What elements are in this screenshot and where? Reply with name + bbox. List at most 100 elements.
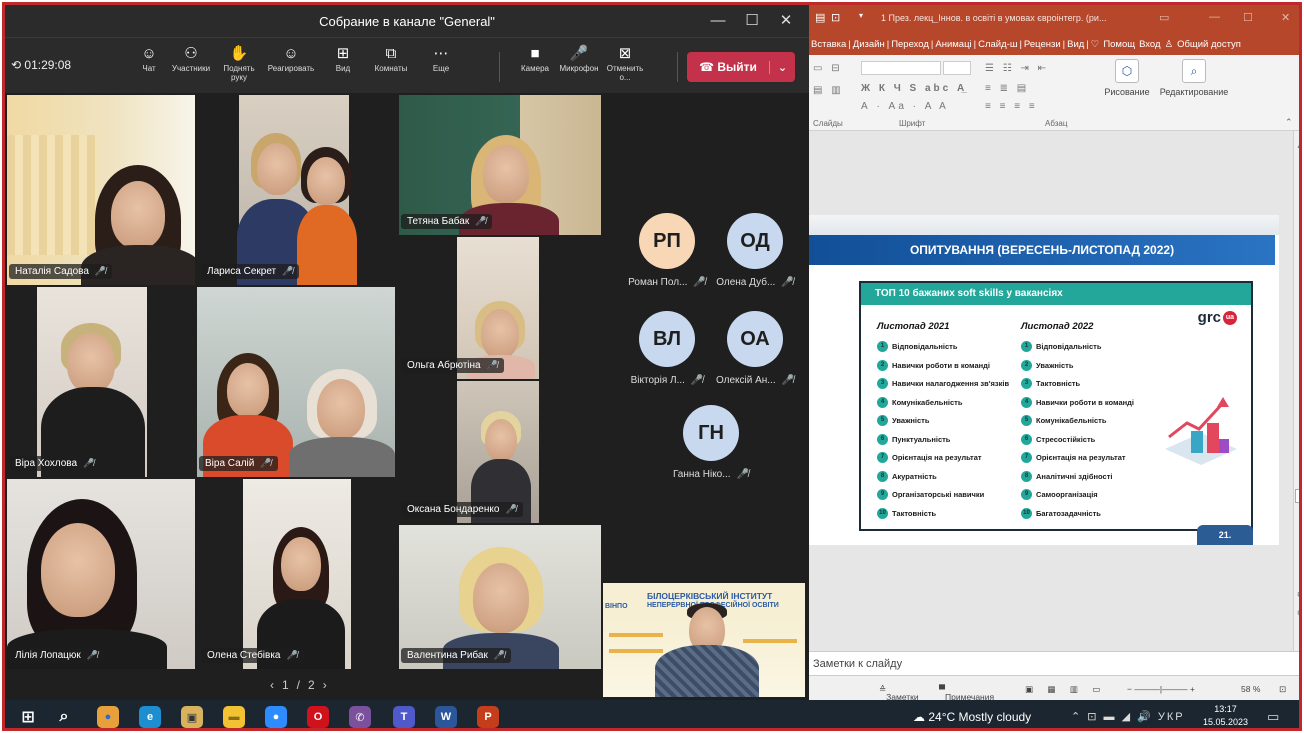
toolbar-view-button[interactable]: ⊞ Вид [319,44,367,73]
toolbar-raise-hand-button[interactable]: ✋ Поднять руку [215,44,263,82]
editing-button[interactable]: ⌕ Редактирование [1157,59,1231,97]
paragraph-buttons[interactable]: ≡ ≣ ▤ [985,83,1029,94]
participant-avatar[interactable]: ОА Олексій Ан... 🎤̸ [707,311,803,386]
slide-editor: ОПИТУВАННЯ (ВЕРЕСЕНЬ-ЛИСТОПАД 2022) ТОП … [809,131,1293,651]
toolbar-share-button[interactable]: ⊠ Отменить о... [601,44,649,82]
rank-badge: 2 [1021,359,1032,371]
toolbar-microphone-button[interactable]: 🎤 Микрофон [555,44,603,73]
file-explorer-icon[interactable]: ▬ [223,706,245,728]
weather-widget[interactable]: ☁ 24°C Mostly cloudy [913,710,1031,724]
previous-slide-icon[interactable]: ⇞ [1296,591,1299,599]
tab-view[interactable]: Вид [1065,39,1086,50]
notes-toggle[interactable]: ≙ Заметки [879,684,919,702]
language-indicator[interactable]: УКР [1158,711,1185,723]
slideshow-icon[interactable]: ⊡ [831,11,840,24]
video-tile[interactable]: Тетяна Бабак 🎤̸ [399,95,601,235]
scroll-thumb[interactable] [1295,489,1299,503]
notifications-icon[interactable]: ▭ [1267,709,1279,725]
leave-button[interactable]: ☎ Выйти ⌄ [687,52,795,82]
chrome-icon[interactable]: ● [97,706,119,728]
notes-pane[interactable]: Заметки к слайду [809,651,1299,675]
video-tile[interactable]: Лілія Лопацюк 🎤̸ [7,479,195,669]
video-tile[interactable]: Наталія Садова 🎤̸ [7,95,195,285]
collapse-ribbon-icon[interactable]: ⌃ [1285,117,1293,128]
login-link[interactable]: Вход [1137,39,1163,50]
video-tile[interactable]: Оксана Бондаренко 🎤̸ [399,381,601,523]
tab-animations[interactable]: Анимаці [933,39,973,50]
font-format-buttons[interactable]: Ж К Ч S abc А̲ [861,83,967,94]
toolbar-label: Комнаты [374,64,408,73]
video-tile[interactable]: Валентина Рибак 🎤̸ [399,525,601,669]
tab-transitions[interactable]: Переход [889,39,931,50]
toolbar-participants-button[interactable]: ⚇ Участники [167,44,215,73]
opera-icon[interactable]: O [307,706,329,728]
zoom-slider[interactable]: − ———|——— + [1127,684,1195,694]
maximize-button[interactable]: ☐ [735,5,769,37]
close-icon[interactable]: ✕ [1281,11,1290,24]
edge-icon[interactable]: e [139,706,161,728]
find-icon: ⌕ [1182,59,1206,83]
slides-controls[interactable]: ▭ ⊟ [813,63,843,74]
font-size-buttons[interactable]: А · Аа · A A [861,101,949,112]
ribbon-display-icon[interactable]: ▭ [1159,11,1169,24]
video-tile[interactable]: Олена Стебівка 🎤̸ [199,479,395,669]
restore-icon[interactable]: ☐ [1243,11,1253,24]
video-tile[interactable]: Ольга Абрютіна 🎤̸ [399,237,601,379]
video-tile[interactable]: Віра Салій 🎤̸ [197,287,395,477]
minimize-icon[interactable]: — [1209,11,1220,23]
teams-icon[interactable]: T [393,706,415,728]
video-tile[interactable]: Лариса Секрет 🎤̸ [199,95,395,285]
system-tray[interactable]: ⌃ ⊡ ▬ ◢ 🔊 УКР [1071,710,1185,723]
participant-avatar[interactable]: РП Роман Пол... 🎤̸ [619,213,715,288]
toolbar-rooms-button[interactable]: ⧉ Комнаты [367,44,415,73]
list-buttons[interactable]: ☰ ☷ ⇥ ⇤ [985,63,1049,74]
slides-controls-2[interactable]: ▤ ▥ [813,85,844,96]
word-icon[interactable]: W [435,706,457,728]
quick-access-chevron-icon[interactable]: ▾ [859,11,863,20]
minimize-button[interactable]: — [701,5,735,37]
photos-icon[interactable]: ▣ [181,706,203,728]
mic-off-icon: 🎤̸ [94,266,107,276]
zoom-level[interactable]: 58 % [1241,684,1260,694]
tab-insert[interactable]: Вставка [809,39,848,50]
next-page-chevron-icon[interactable]: › [323,678,335,692]
search-icon[interactable]: ⌕ [53,706,75,728]
tab-review[interactable]: Рецензи [1022,39,1063,50]
font-size-dropdown[interactable] [943,61,971,75]
font-name-dropdown[interactable] [861,61,941,75]
zoom-icon[interactable]: ● [265,706,287,728]
leave-options-chevron-icon[interactable]: ⌄ [769,60,795,74]
toolbar-react-button[interactable]: ☺ Реагировать [267,44,315,73]
save-icon[interactable]: ▤ [815,11,825,24]
toolbar-chat-button[interactable]: ☺ Чат [125,44,173,73]
clock[interactable]: 13:17 15.05.2023 [1203,703,1248,728]
powerpoint-icon[interactable]: P [477,706,499,728]
vertical-scrollbar[interactable]: ▲ ⇞ ⇟ [1293,131,1299,651]
next-slide-icon[interactable]: ⇟ [1296,609,1299,617]
viber-icon[interactable]: ✆ [349,706,371,728]
video-tile[interactable]: Віра Хохлова 🎤̸ [7,287,195,477]
comments-toggle[interactable]: ▀ Примечания [939,684,994,702]
tab-help[interactable]: Помощ [1101,39,1137,50]
participant-avatar[interactable]: ВЛ Вікторія Л... 🎤̸ [619,311,715,386]
toolbar-camera-button[interactable]: ■ Камера [511,44,559,73]
share-button[interactable]: Общий доступ [1175,39,1243,50]
previous-page-chevron-icon[interactable]: ‹ [270,678,282,692]
drawing-button[interactable]: ⬡ Рисование [1099,59,1155,97]
avatar-initials: ГН [683,405,739,461]
align-buttons[interactable]: ≡ ≡ ≡ ≡ [985,101,1038,112]
participant-name: Тетяна Бабак [407,216,470,227]
scroll-up-icon[interactable]: ▲ [1296,143,1299,150]
tab-design[interactable]: Дизайн [851,39,887,50]
participant-avatar[interactable]: ОД Олена Дуб... 🎤̸ [707,213,803,288]
windows-start-icon[interactable]: ⊞ [17,706,39,728]
fit-slide-icon[interactable]: ⊡ [1279,684,1286,695]
participant-avatar[interactable]: ГН Ганна Ніко... 🎤̸ [663,405,759,480]
toolbar-more-button[interactable]: ⋯ Еще [417,44,465,73]
view-buttons[interactable]: ▣ ▦ ▥ ▭ [1025,684,1106,695]
slide[interactable]: ОПИТУВАННЯ (ВЕРЕСЕНЬ-ЛИСТОПАД 2022) ТОП … [809,215,1279,545]
self-view-tile[interactable]: ВІНПО БІЛОЦЕРКІВСЬКИЙ ІНСТИТУТ НЕПЕРЕРВН… [603,583,805,697]
tab-slideshow[interactable]: Слайд-ш [976,39,1019,50]
help-search-icon[interactable]: ♡ [1089,39,1102,50]
close-button[interactable]: ✕ [769,5,803,37]
